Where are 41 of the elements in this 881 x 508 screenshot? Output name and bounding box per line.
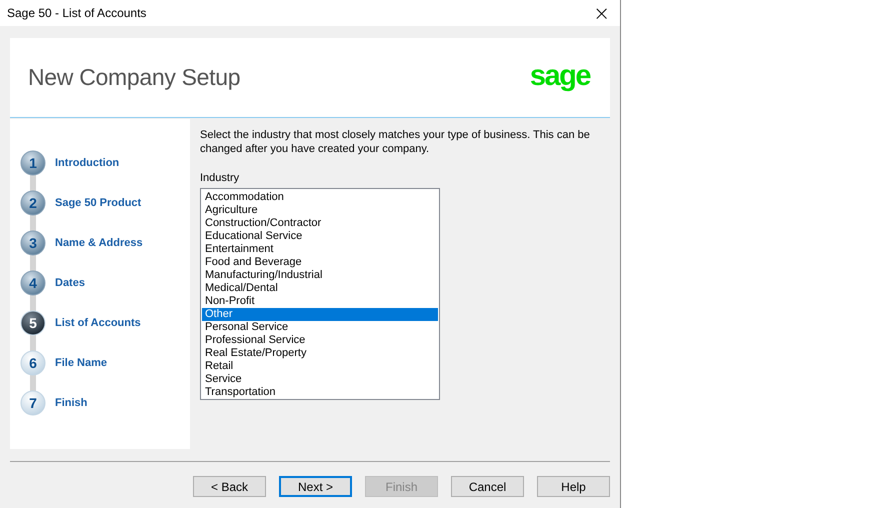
industry-item[interactable]: Retail [202,360,438,373]
industry-listbox[interactable] [200,188,440,400]
industry-item[interactable]: Medical/Dental [202,282,438,295]
step-label: Introduction [55,157,120,169]
window-title: Sage 50 - List of Accounts [7,6,146,20]
industry-item[interactable]: Real Estate/Property [202,347,438,360]
step-label: Name & Address [55,237,143,249]
industry-item[interactable]: Professional Service [202,334,438,347]
industry-item[interactable]: Accommodation [202,191,438,204]
industry-item[interactable]: Construction/Contractor [202,217,438,230]
industry-item[interactable]: Entertainment [202,243,438,256]
industry-item[interactable]: Transportation [202,386,438,399]
industry-item[interactable]: Personal Service [202,321,438,334]
industry-label: Industry [200,172,240,184]
step-label: File Name [55,357,107,369]
step-number-badge: 7 [20,390,46,416]
step-number-badge: 2 [20,190,46,216]
sage-logo: sage [530,60,590,94]
step-label: Finish [55,397,88,409]
step-number-badge: 3 [20,230,46,256]
close-button[interactable]: × [591,3,612,23]
industry-item[interactable]: Service [202,373,438,386]
industry-item[interactable]: Non-Profit [202,295,438,308]
industry-item[interactable]: Agriculture [202,204,438,217]
dialog-button[interactable]: Cancel [451,476,524,497]
page-title: New Company Setup [28,64,240,91]
step-number-badge: 1 [20,150,46,176]
step-number-badge: 5 [20,310,46,336]
step-label: Dates [55,277,85,289]
industry-item[interactable]: Educational Service [202,230,438,243]
industry-item[interactable]: Manufacturing/Industrial [202,269,438,282]
step-number-badge: 6 [20,350,46,376]
instructions-text: Select the industry that most closely matches your type of business. This can be changed after you have created your company. [200,128,591,156]
dialog-button[interactable]: Help [537,476,610,497]
step-label: Sage 50 Product [55,197,142,209]
dialog-button[interactable]: Next > [279,476,352,497]
dialog-button[interactable]: < Back [193,476,266,497]
industry-item[interactable]: Food and Beverage [202,256,438,269]
step-label: List of Accounts [55,317,141,329]
step-number-badge: 4 [20,270,46,296]
industry-item[interactable]: Other [202,308,438,321]
